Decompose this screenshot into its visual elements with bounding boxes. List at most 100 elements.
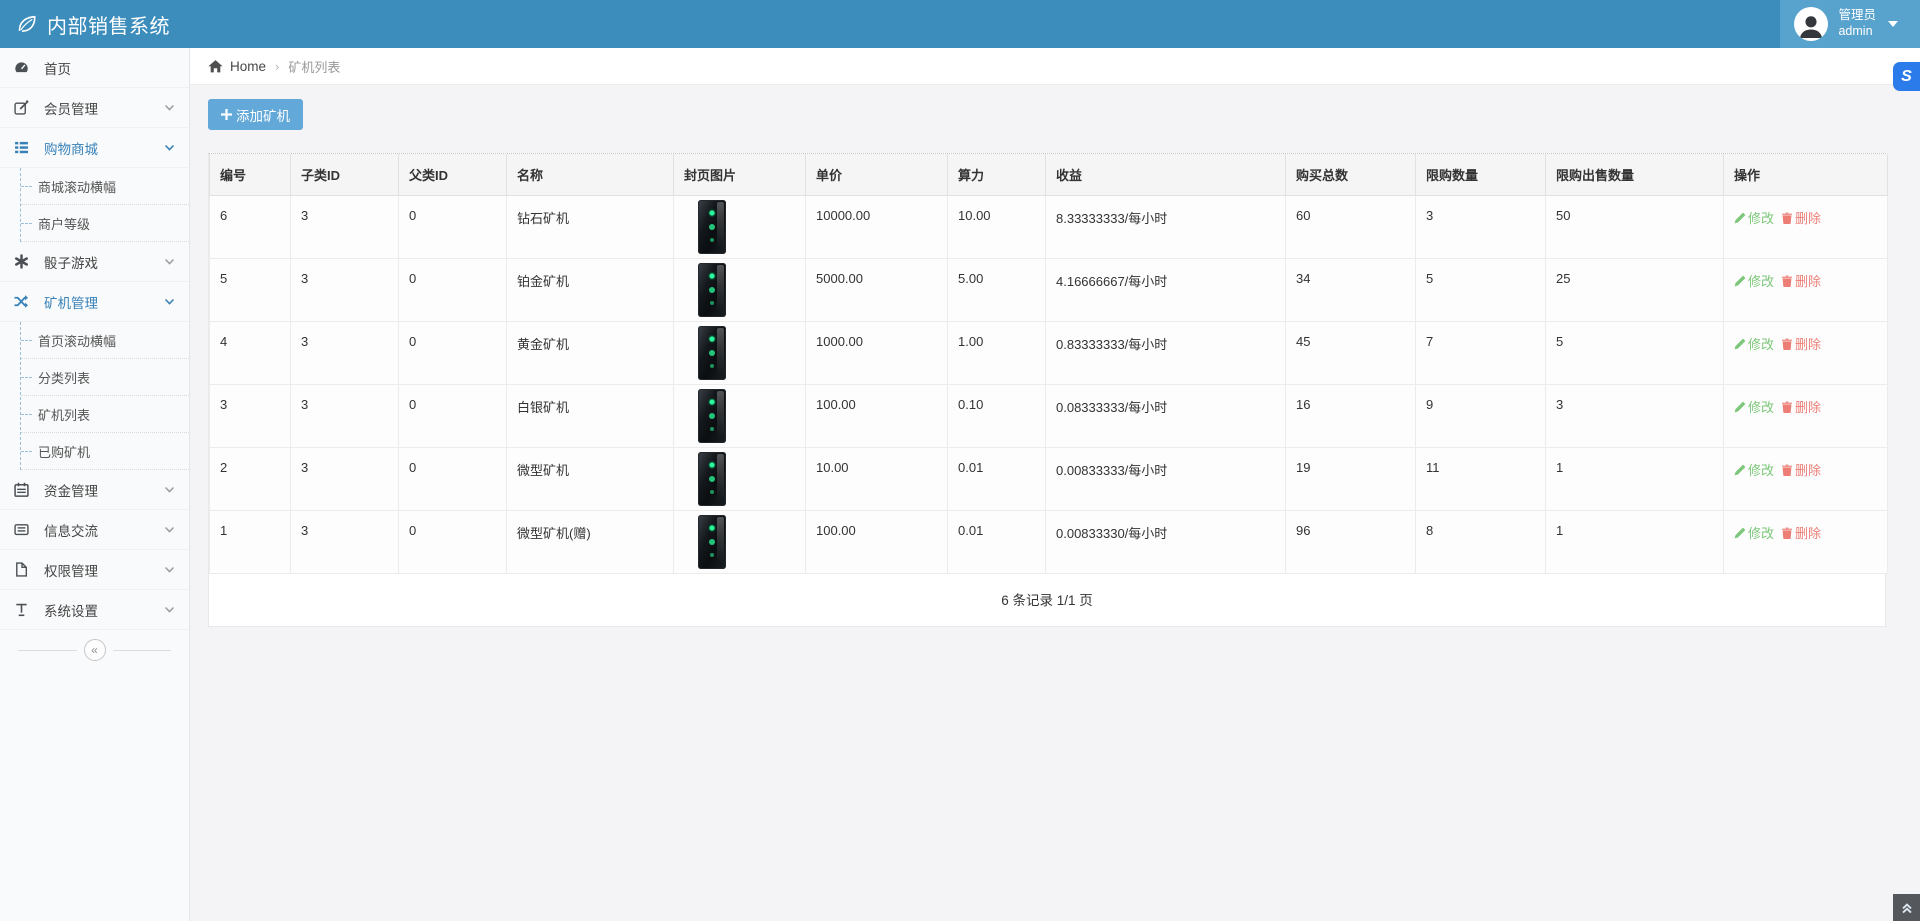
delete-label: 删除 (1795, 397, 1821, 416)
cell-income: 4.16666667/每小时 (1046, 259, 1286, 322)
chevron-down-icon (164, 102, 175, 113)
sidebar-subitem[interactable]: 商城滚动横幅 (21, 168, 189, 205)
delete-link[interactable]: 删除 (1781, 460, 1821, 479)
cell-id: 5 (210, 259, 291, 322)
cell-total_bought: 16 (1286, 385, 1416, 448)
list-icon (14, 140, 34, 155)
cell-income: 0.00833330/每小时 (1046, 511, 1286, 574)
cell-id: 3 (210, 385, 291, 448)
delete-link[interactable]: 删除 (1781, 271, 1821, 290)
delete-link[interactable]: 删除 (1781, 397, 1821, 416)
avatar (1794, 7, 1828, 41)
asterisk-icon (14, 254, 34, 269)
sidebar-subitem[interactable]: 已购矿机 (21, 433, 189, 470)
cell-limit_buy: 3 (1416, 196, 1546, 259)
file-icon (14, 562, 34, 577)
cell-price: 1000.00 (806, 322, 948, 385)
sidebar-item-label: 首页 (44, 58, 71, 78)
sidebar-subitem[interactable]: 商户等级 (21, 205, 189, 242)
browser-extension-widget[interactable]: S (1893, 62, 1920, 91)
sidebar-item[interactable]: 矿机管理 (0, 282, 189, 322)
back-to-top-button[interactable] (1893, 894, 1920, 921)
actions-cell: 修改 删除 (1724, 196, 1888, 259)
cell-id: 2 (210, 448, 291, 511)
sidebar-item[interactable]: 购物商城 (0, 128, 189, 168)
cover-image-cell (674, 322, 806, 385)
cell-name: 钻石矿机 (507, 196, 674, 259)
cell-limit_buy: 7 (1416, 322, 1546, 385)
cell-power: 0.01 (948, 511, 1046, 574)
add-miner-button[interactable]: 添加矿机 (208, 99, 303, 130)
sidebar-subitem-label: 矿机列表 (38, 405, 90, 424)
messages-icon (14, 522, 34, 537)
product-image (698, 326, 726, 380)
chevron-down-icon (164, 142, 175, 153)
cell-sub_id: 3 (291, 448, 399, 511)
delete-link[interactable]: 删除 (1781, 334, 1821, 353)
user-menu[interactable]: 管理员 admin (1780, 0, 1920, 48)
cell-price: 10000.00 (806, 196, 948, 259)
cell-limit_sell: 1 (1546, 511, 1724, 574)
table-row: 230微型矿机10.000.010.00833333/每小时19111修改删除 (210, 448, 1888, 511)
cell-total_bought: 45 (1286, 322, 1416, 385)
app-logo[interactable]: 内部销售系统 (0, 0, 190, 48)
sidebar-subitem[interactable]: 首页滚动横幅 (21, 322, 189, 359)
sidebar-item-label: 骰子游戏 (44, 252, 98, 272)
cell-name: 黄金矿机 (507, 322, 674, 385)
sidebar-item[interactable]: 信息交流 (0, 510, 189, 550)
cell-limit_sell: 50 (1546, 196, 1724, 259)
sidebar-subitem[interactable]: 矿机列表 (21, 396, 189, 433)
user-role: 管理员 (1838, 8, 1876, 22)
column-header: 编号 (210, 154, 291, 196)
cell-income: 0.83333333/每小时 (1046, 322, 1286, 385)
sidebar-subitem[interactable]: 分类列表 (21, 359, 189, 396)
cell-income: 0.08333333/每小时 (1046, 385, 1286, 448)
user-name: admin (1838, 24, 1872, 38)
cell-limit_buy: 5 (1416, 259, 1546, 322)
cell-parent_id: 0 (399, 196, 507, 259)
sidebar-subitem-label: 已购矿机 (38, 442, 90, 461)
cell-limit_buy: 11 (1416, 448, 1546, 511)
sidebar-item[interactable]: 会员管理 (0, 88, 189, 128)
cell-name: 微型矿机(赠) (507, 511, 674, 574)
sidebar-item[interactable]: 骰子游戏 (0, 242, 189, 282)
edit-link[interactable]: 修改 (1734, 334, 1774, 353)
cell-price: 100.00 (806, 385, 948, 448)
cell-total_bought: 34 (1286, 259, 1416, 322)
home-icon (208, 59, 223, 74)
sidebar-item-label: 信息交流 (44, 520, 98, 540)
product-image (698, 200, 726, 254)
sidebar: 首页会员管理购物商城商城滚动横幅商户等级骰子游戏矿机管理首页滚动横幅分类列表矿机… (0, 48, 190, 921)
sidebar-item[interactable]: 权限管理 (0, 550, 189, 590)
sidebar-item[interactable]: 系统设置 (0, 590, 189, 630)
cell-id: 1 (210, 511, 291, 574)
delete-link[interactable]: 删除 (1781, 523, 1821, 542)
sidebar-item[interactable]: 首页 (0, 48, 189, 88)
edit-link[interactable]: 修改 (1734, 460, 1774, 479)
delete-label: 删除 (1795, 208, 1821, 227)
sidebar-item-label: 资金管理 (44, 480, 98, 500)
cell-parent_id: 0 (399, 385, 507, 448)
edit-link[interactable]: 修改 (1734, 271, 1774, 290)
sidebar-item[interactable]: 资金管理 (0, 470, 189, 510)
delete-label: 删除 (1795, 460, 1821, 479)
cell-power: 0.10 (948, 385, 1046, 448)
cell-sub_id: 3 (291, 196, 399, 259)
edit-link[interactable]: 修改 (1734, 397, 1774, 416)
cover-image-cell (674, 196, 806, 259)
actions-cell: 修改删除 (1724, 511, 1888, 574)
sidebar-collapse-button[interactable]: « (84, 639, 106, 661)
column-header: 购买总数 (1286, 154, 1416, 196)
sidebar-subitem-label: 商户等级 (38, 214, 90, 233)
breadcrumb-home-link[interactable]: Home (230, 59, 266, 74)
edit-link[interactable]: 修改 (1734, 208, 1774, 227)
cell-limit_sell: 25 (1546, 259, 1724, 322)
edit-label: 修改 (1748, 397, 1774, 416)
edit-label: 修改 (1748, 523, 1774, 542)
actions-cell: 修改 删除 (1724, 385, 1888, 448)
edit-link[interactable]: 修改 (1734, 523, 1774, 542)
edit-label: 修改 (1748, 460, 1774, 479)
cell-price: 10.00 (806, 448, 948, 511)
delete-link[interactable]: 删除 (1781, 208, 1821, 227)
cell-sub_id: 3 (291, 511, 399, 574)
